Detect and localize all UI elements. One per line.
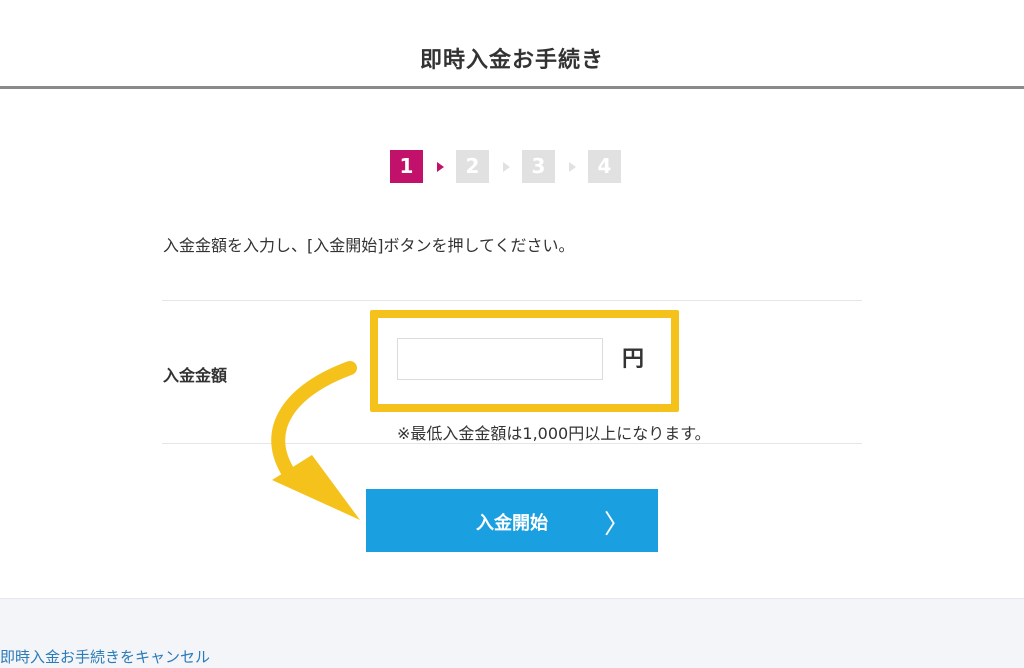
currency-unit: 円 <box>622 347 645 372</box>
step-4: 4 <box>588 150 621 183</box>
chevron-right-icon: 〉 <box>603 510 630 540</box>
deposit-card: 即時入金お手続き 1 2 3 4 入金金額を入力し、[入金開始]ボタンを押してく… <box>0 0 1024 599</box>
start-deposit-button[interactable]: 入金開始 〉 <box>366 489 658 552</box>
step-indicator: 1 2 3 4 <box>390 150 621 183</box>
amount-input[interactable] <box>397 338 603 380</box>
minimum-amount-note: ※最低入金金額は1,000円以上になります。 <box>397 424 711 443</box>
step-2: 2 <box>456 150 489 183</box>
cancel-deposit-link[interactable]: 即時入金お手続きをキャンセル <box>0 646 210 667</box>
instruction-text: 入金金額を入力し、[入金開始]ボタンを押してください。 <box>163 236 575 255</box>
step-arrow-icon <box>569 161 576 172</box>
amount-label: 入金金額 <box>163 366 228 385</box>
step-arrow-icon <box>503 161 510 172</box>
form-divider-top <box>162 300 862 301</box>
step-arrow-icon <box>437 161 444 172</box>
step-1: 1 <box>390 150 423 183</box>
page-title: 即時入金お手続き <box>419 48 604 73</box>
card-header: 即時入金お手続き <box>0 0 1024 89</box>
step-3: 3 <box>522 150 555 183</box>
